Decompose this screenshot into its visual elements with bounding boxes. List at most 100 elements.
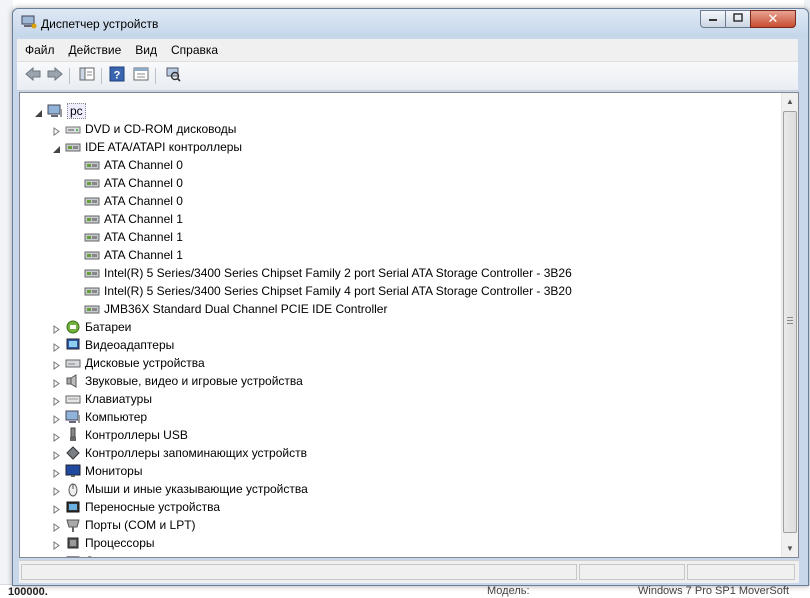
tree-item-label: Мыши и иные указывающие устройства [85,482,308,496]
tree-item-label: ATA Channel 0 [104,158,183,172]
properties-icon [133,67,149,86]
back-icon [24,66,42,86]
computer-icon [47,103,63,119]
collapse-arrow-icon[interactable] [34,107,43,117]
back-button[interactable] [23,66,43,86]
portable-device-icon [65,499,81,515]
tree-category[interactable]: Сетевые адаптеры [52,552,191,558]
properties-button[interactable] [131,67,151,85]
vertical-scrollbar[interactable]: ▲ ▼ [781,93,798,557]
scroll-down-button[interactable]: ▼ [782,540,798,557]
device-tree-panel: pc DVD и CD-ROM дисководы IDE ATA/ATAPI ко… [19,92,799,558]
tree-item-label: Батареи [85,320,132,334]
expand-arrow-icon[interactable] [52,449,61,460]
tree-category[interactable]: DVD и CD-ROM дисководы [52,120,236,138]
status-panel [21,564,577,580]
usb-icon [65,427,81,443]
forward-button[interactable] [45,66,65,86]
mouse-icon [65,481,81,497]
tree-item-label: Мониторы [85,464,143,478]
tree-category[interactable]: Клавиатуры [52,390,152,408]
scan-hardware-button[interactable] [163,67,183,85]
expand-arrow-icon[interactable] [52,395,61,406]
help-icon: ? [109,66,125,87]
tree-item-label: JMB36X Standard Dual Channel PCIE IDE Co… [104,302,388,316]
window-title: Диспетчер устройств [41,17,159,31]
keyboard-icon [65,391,81,407]
expand-arrow-icon[interactable] [52,485,61,496]
help-button[interactable]: ? [107,66,127,87]
tree-item-label: Порты (COM и LPT) [85,518,196,532]
expand-arrow-icon[interactable] [52,557,61,558]
tree-category[interactable]: Переносные устройства [52,498,220,516]
expand-arrow-icon[interactable] [52,521,61,532]
tree-item-label: ATA Channel 1 [104,212,183,226]
port-icon [65,517,81,533]
tree-device[interactable]: JMB36X Standard Dual Channel PCIE IDE Co… [71,300,387,318]
disk-drive-icon [65,355,81,371]
maximize-button[interactable] [725,10,751,28]
tree-category[interactable]: Звуковые, видео и игровые устройства [52,372,303,390]
show-hide-console-tree-icon [79,67,95,86]
tree-category[interactable]: Компьютер [52,408,147,426]
expand-arrow-icon[interactable] [52,125,61,136]
tree-category[interactable]: Контроллеры USB [52,426,188,444]
network-adapter-icon [65,553,81,557]
console-tree-button[interactable] [77,67,97,85]
menu-view[interactable]: Вид [129,43,163,57]
expand-arrow-icon[interactable] [52,503,61,514]
expand-arrow-icon[interactable] [52,341,61,352]
tree-device[interactable]: ATA Channel 0 [71,174,183,192]
tree-device[interactable]: ATA Channel 1 [71,228,183,246]
controller-icon [65,139,81,155]
background-text-right: Windows 7 Pro SP1 MoverSoft [638,585,790,597]
close-button[interactable]: ✕ [750,10,796,28]
display-adapter-icon [65,337,81,353]
tree-category[interactable]: Батареи [52,318,131,336]
toolbar-separator [155,68,156,84]
tree-item-label: ATA Channel 0 [104,194,183,208]
expand-arrow-icon[interactable] [52,467,61,478]
processor-icon [65,535,81,551]
menu-file[interactable]: Файл [19,43,61,57]
minimize-button[interactable] [700,10,726,28]
scroll-down-icon: ▼ [786,544,794,553]
tree-device[interactable]: Intel(R) 5 Series/3400 Series Chipset Fa… [71,264,572,282]
expand-arrow-icon[interactable] [52,431,61,442]
tree-category[interactable]: Порты (COM и LPT) [52,516,196,534]
forward-icon [46,66,64,86]
tree-category[interactable]: Процессоры [52,534,155,552]
expand-arrow-icon[interactable] [52,413,61,424]
tree-category-ide[interactable]: IDE ATA/ATAPI контроллеры [52,138,242,156]
tree-device[interactable]: ATA Channel 0 [71,156,183,174]
tree-device[interactable]: ATA Channel 0 [71,192,183,210]
scroll-up-icon: ▲ [786,97,794,106]
title-bar[interactable]: Диспетчер устройств ✕ [13,9,808,37]
tree-item-label: Видеоадаптеры [85,338,175,352]
expand-arrow-icon[interactable] [52,377,61,388]
tree-item-label: Звуковые, видео и игровые устройства [85,374,303,388]
tree-root-pc[interactable]: pc [34,102,86,120]
expand-arrow-icon[interactable] [52,539,61,550]
scroll-up-button[interactable]: ▲ [782,93,798,110]
menu-bar: Файл Действие Вид Справка [17,39,798,62]
menu-help[interactable]: Справка [165,43,224,57]
tree-category[interactable]: Контроллеры запоминающих устройств [52,444,307,462]
tree-category[interactable]: Дисковые устройства [52,354,205,372]
tree-device[interactable]: Intel(R) 5 Series/3400 Series Chipset Fa… [71,282,572,300]
tree-device[interactable]: ATA Channel 1 [71,210,183,228]
controller-icon [84,301,100,317]
expand-arrow-icon[interactable] [52,323,61,334]
tree-item-label: Клавиатуры [85,392,152,406]
svg-text:?: ? [114,69,121,81]
tree-item-label: IDE ATA/ATAPI контроллеры [85,140,243,154]
tree-device[interactable]: ATA Channel 1 [71,246,183,264]
status-panel [687,564,795,580]
tree-category[interactable]: Мониторы [52,462,142,480]
tree-category[interactable]: Видеоадаптеры [52,336,174,354]
menu-action[interactable]: Действие [63,43,128,57]
scrollbar-thumb[interactable] [783,111,797,533]
tree-category[interactable]: Мыши и иные указывающие устройства [52,480,308,498]
expand-arrow-icon[interactable] [52,359,61,370]
collapse-arrow-icon[interactable] [52,143,61,153]
